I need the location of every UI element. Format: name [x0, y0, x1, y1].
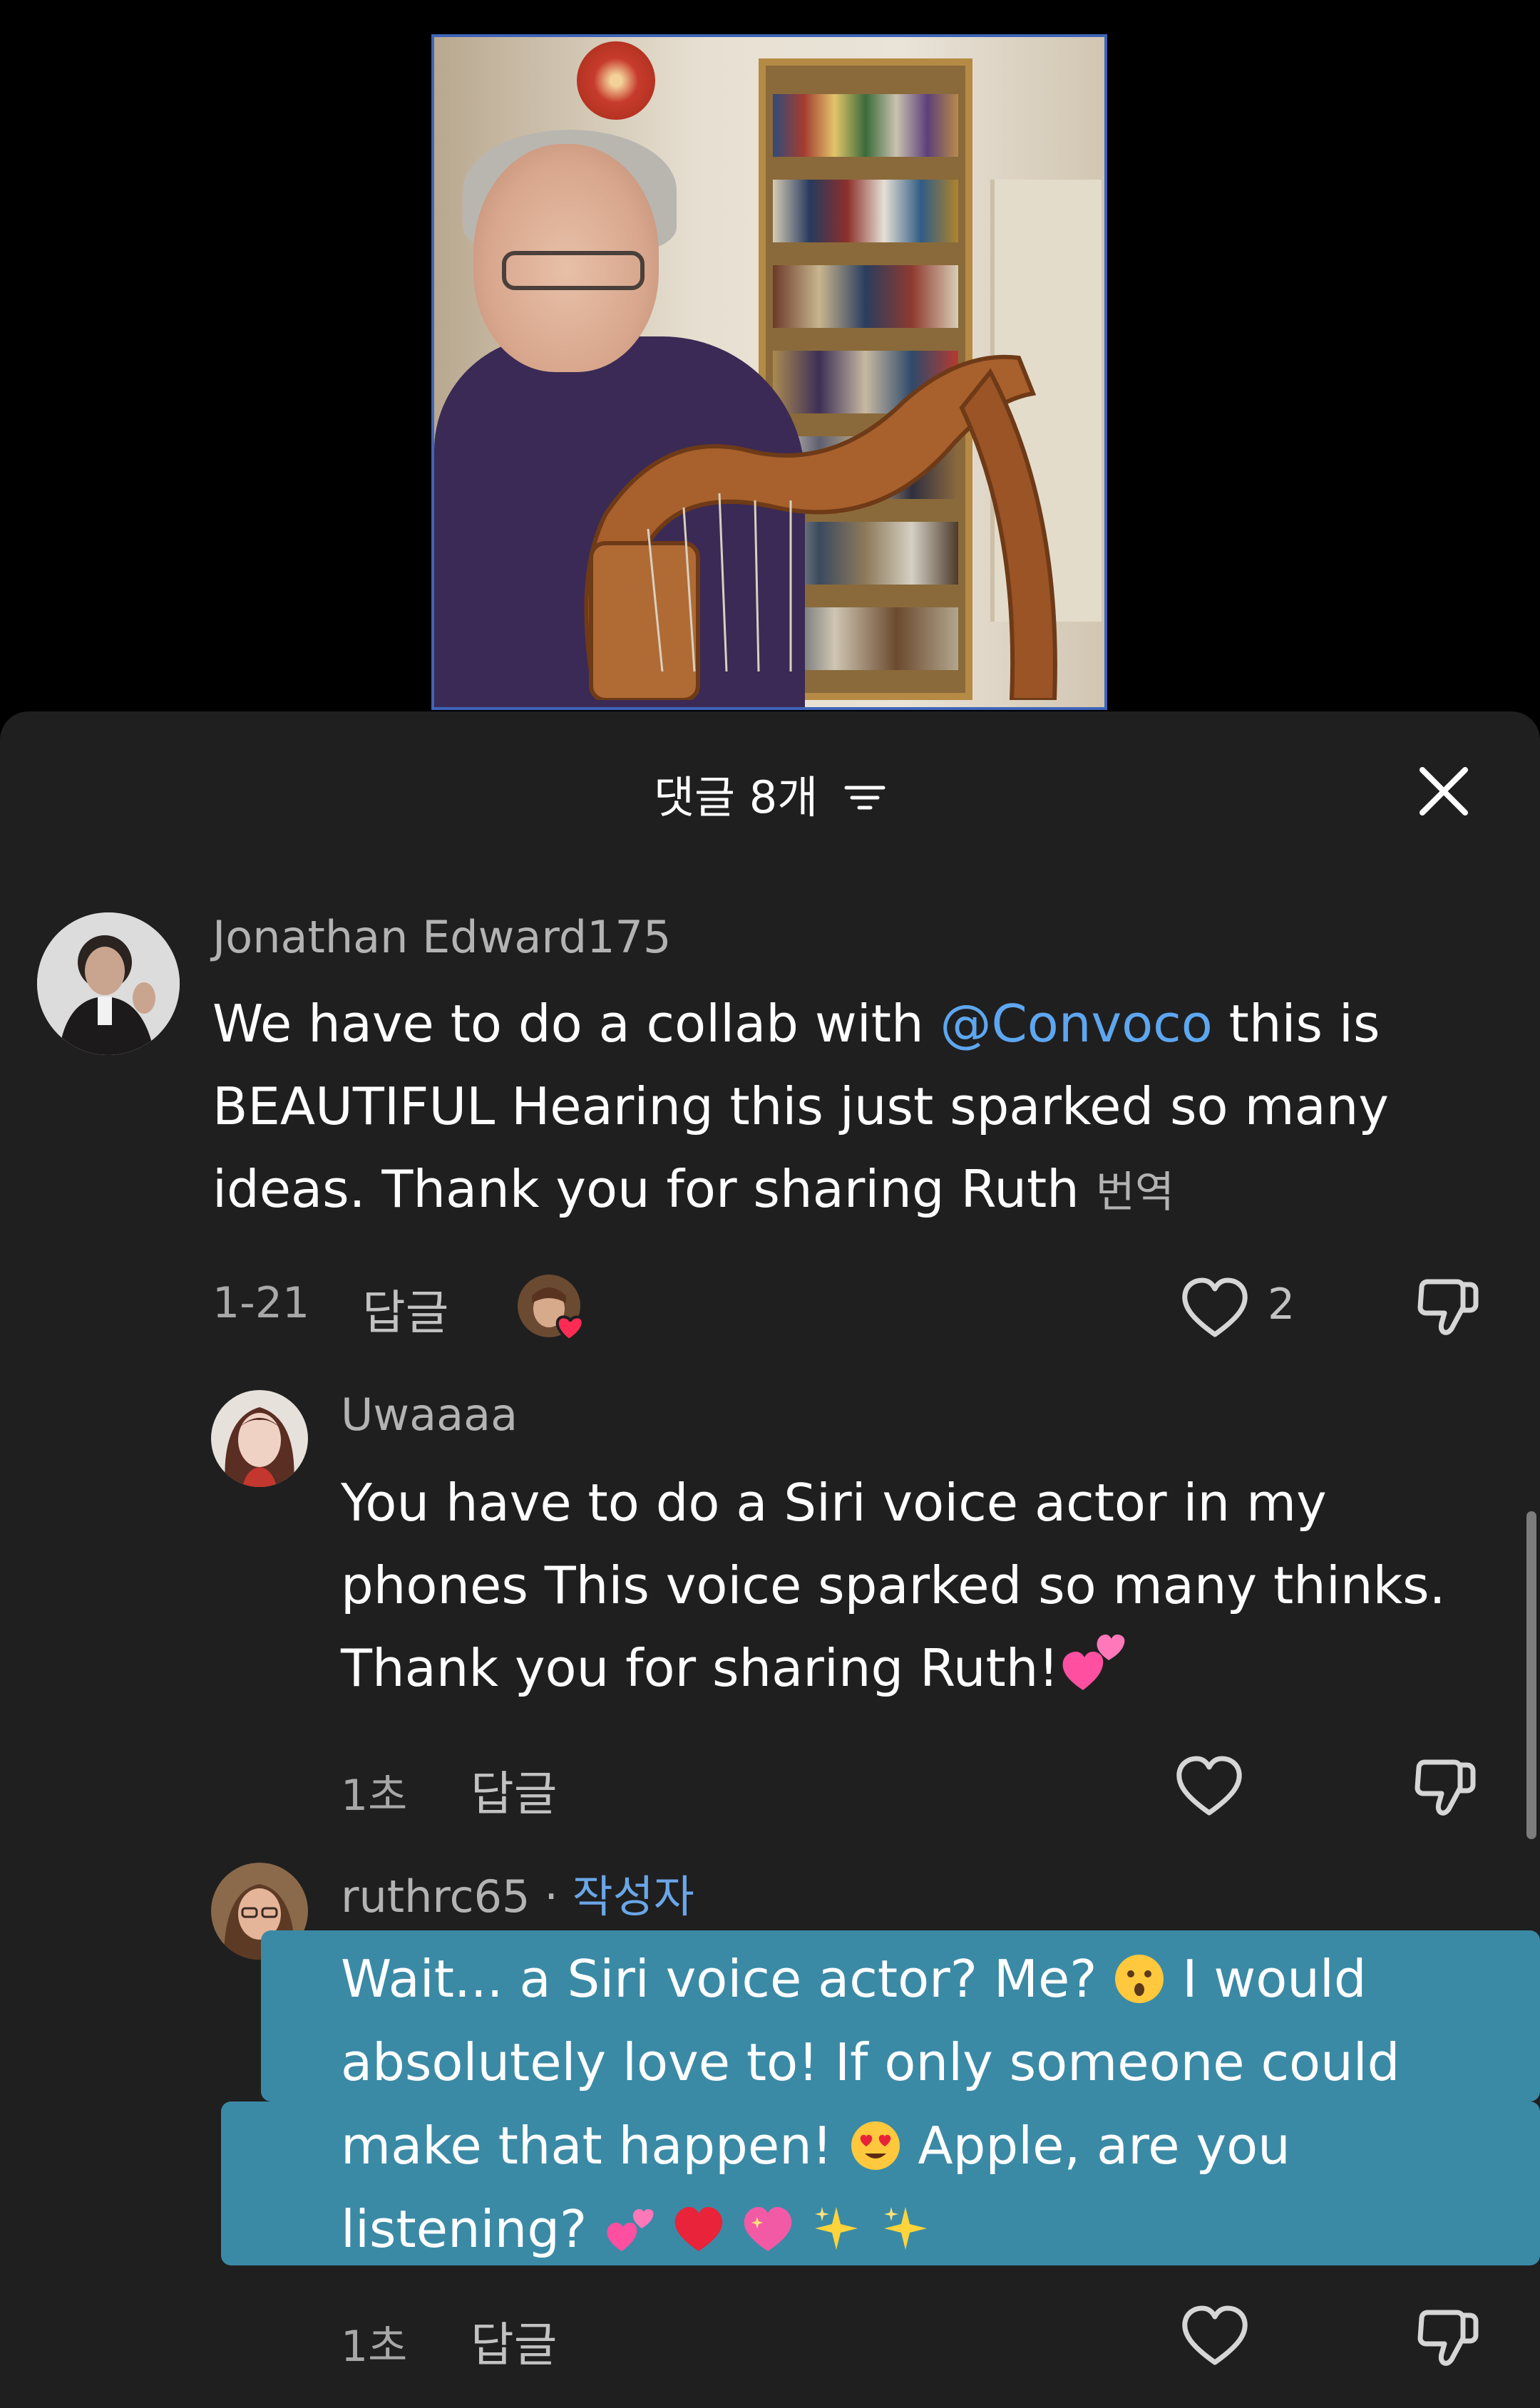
harp [584, 354, 1057, 700]
comment-date: 1-21 [212, 1278, 310, 1328]
sparkles-emoji [880, 2196, 933, 2250]
video-area[interactable] [0, 0, 1540, 720]
two-hearts-emoji [1059, 1627, 1127, 1696]
author-reply-date: 1초 [341, 2322, 408, 2372]
wall-plate [577, 41, 655, 120]
sparkles-emoji [811, 2196, 863, 2250]
creator-liked-badge [518, 1275, 585, 1342]
like-heart-icon[interactable] [1181, 1277, 1249, 1340]
like-count: 2 [1268, 1280, 1295, 1329]
reply-button[interactable]: 답글 [471, 1756, 557, 1824]
red-heart-emoji [672, 2196, 725, 2251]
scrollbar[interactable] [1526, 1511, 1536, 1839]
heart-eyes-emoji [849, 2113, 902, 2170]
reply-date: 1초 [341, 1771, 408, 1821]
like-heart-icon[interactable] [1175, 1756, 1243, 1818]
dislike-icon[interactable] [1413, 1272, 1482, 1340]
creator-tag: 작성자 [572, 1871, 694, 1923]
reply-username[interactable]: Uwaaaa [341, 1389, 518, 1441]
author-username[interactable]: ruthrc65 · 작성자 [341, 1861, 694, 1925]
reply-button[interactable]: 답글 [471, 2307, 557, 2375]
comments-sheet: 댓글 8개 Jonathan Edward175 We have to do a… [0, 711, 1540, 2408]
like-heart-icon[interactable] [1181, 2305, 1249, 2368]
sparkling-heart-emoji [741, 2196, 794, 2251]
hushed-face-emoji [1113, 1946, 1166, 2003]
two-hearts-emoji [603, 2196, 656, 2251]
reply-button[interactable]: 답글 [362, 1275, 448, 1343]
video-thumbnail[interactable] [431, 34, 1107, 710]
author-reply-text: Wait... a Siri voice actor? Me? I would … [341, 1938, 1524, 2271]
mention-link[interactable]: @Convoco [940, 994, 1213, 1054]
dislike-icon[interactable] [1410, 1752, 1479, 1821]
reply-text: You have to do a Siri voice actor in my … [341, 1473, 1446, 1698]
dislike-icon[interactable] [1413, 2302, 1482, 2371]
avatar[interactable] [211, 1390, 308, 1487]
comment-text: We have to do a collab with @Convoco thi… [212, 994, 1389, 1219]
avatar[interactable] [37, 912, 180, 1055]
translate-link[interactable]: 번역 [1096, 1168, 1174, 1218]
comment-username[interactable]: Jonathan Edward175 [212, 911, 671, 963]
comment-item: Jonathan Edward175 We have to do a colla… [0, 711, 1540, 1353]
